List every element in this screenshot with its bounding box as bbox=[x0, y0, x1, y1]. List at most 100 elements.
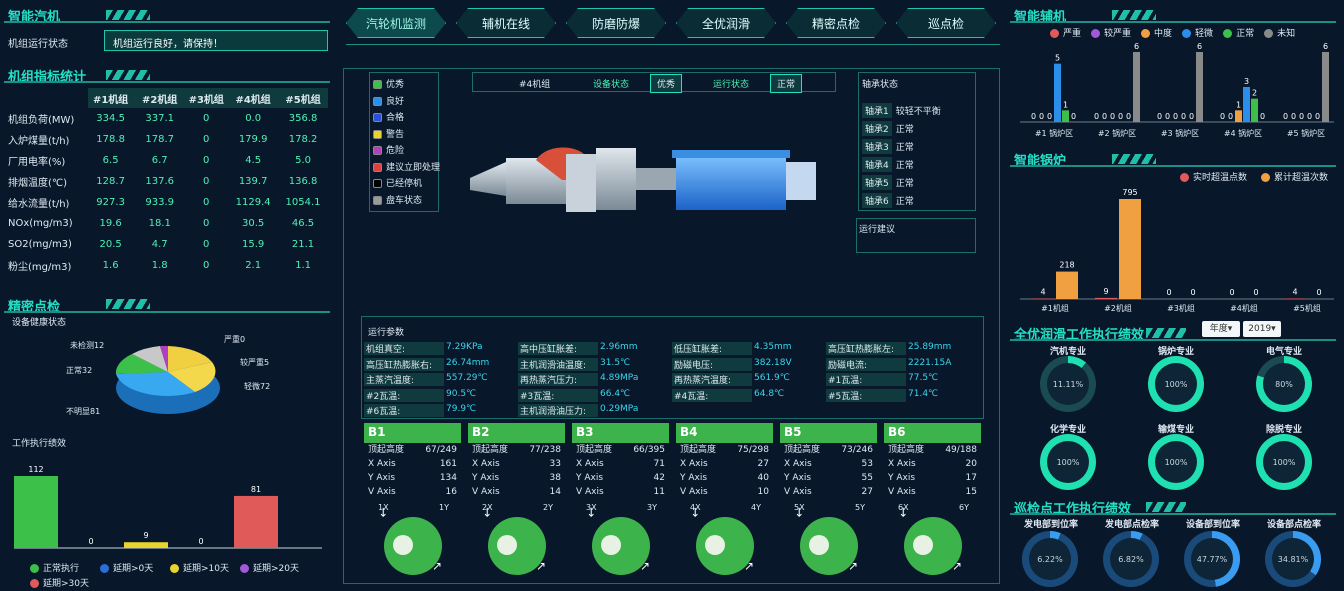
divider bbox=[1010, 21, 1336, 23]
row-label: 给水流量(t/h) bbox=[8, 199, 70, 210]
perf-bar-value: 112 bbox=[28, 465, 43, 474]
status-legend-label: 建议立即处理 bbox=[386, 162, 441, 173]
bearing-metric-value: 17 bbox=[965, 473, 977, 483]
legend-swatch bbox=[170, 564, 179, 573]
table-cell: 179.9 bbox=[238, 134, 268, 145]
aux-legend-label: 正常 bbox=[1236, 29, 1255, 39]
bearing-metric-label: V Axis bbox=[680, 487, 708, 497]
param-label: 主机润滑油温度: bbox=[518, 357, 598, 371]
bearing-name: 轴承2 bbox=[862, 120, 892, 136]
bearing-card-row: 顶起高度 49/188 bbox=[884, 443, 981, 457]
aux-legend-item: 较严重 bbox=[1091, 26, 1131, 39]
table-cell: 139.7 bbox=[238, 176, 268, 187]
aux-bar bbox=[1054, 63, 1061, 122]
table-row: SO2(mg/m3) 20.5 4.7 0 15.9 21.1 bbox=[4, 234, 328, 255]
progress-ring: 100% bbox=[1148, 434, 1204, 490]
legend-swatch bbox=[1050, 29, 1059, 38]
table-cell: 1.6 bbox=[102, 260, 119, 271]
aux-category-label: #4 锅炉区 bbox=[1224, 128, 1262, 138]
perf-legend-item: 延期>0天 bbox=[100, 561, 170, 574]
aux-bar bbox=[1243, 87, 1250, 122]
bearing-card-row: X Axis 71 bbox=[572, 457, 669, 471]
boiler-bar bbox=[1119, 199, 1141, 299]
bearing-metric-label: Y Axis bbox=[368, 473, 396, 483]
table-cell: 46.5 bbox=[291, 218, 315, 229]
tab-2[interactable]: 辅机在线 bbox=[456, 8, 556, 38]
bearing-card-B4: B4 顶起高度 75/298 X Axis 27 Y Axis 40 V Axis 10 4X 4Y… bbox=[676, 423, 773, 575]
table-cell: 0 bbox=[203, 218, 210, 229]
bearing-metric-label: X Axis bbox=[368, 459, 396, 469]
tab-4[interactable]: 全优润滑 bbox=[676, 8, 776, 38]
bearing-metric-value: 53 bbox=[861, 459, 873, 469]
status-swatch bbox=[373, 146, 382, 155]
table-cell: 0 bbox=[203, 239, 210, 250]
bearing-metric-value: 15 bbox=[965, 487, 977, 497]
aux-bar-value: 0 bbox=[1118, 112, 1123, 121]
boiler-category-label: #1机组 bbox=[1041, 303, 1069, 313]
param-row: 高压缸热膨胀右: 26.74mm 主机润滑油温度: 31.5℃ 励磁电压: 382.18V… bbox=[364, 357, 982, 373]
table-cell: 15.9 bbox=[242, 239, 265, 250]
bearing-card-row: V Axis 27 bbox=[780, 485, 877, 499]
bearing-row: 轴承5 正常 bbox=[862, 173, 974, 191]
tab-1[interactable]: 汽轮机监测 bbox=[346, 8, 446, 38]
bearing-metric-label: Y Axis bbox=[888, 473, 916, 483]
aux-bar-value: 0 bbox=[1071, 112, 1076, 121]
param-cell: #3瓦温: 66.4℃ bbox=[518, 388, 672, 402]
table-cell: 20.5 bbox=[99, 239, 122, 250]
row-label: 粉尘(mg/m3) bbox=[8, 262, 72, 273]
title-decoration bbox=[106, 10, 150, 20]
param-label: #1瓦温: bbox=[826, 373, 906, 387]
row-label: SO2(mg/m3) bbox=[8, 239, 72, 250]
bearing-row: 轴承2 正常 bbox=[862, 119, 974, 137]
bearing-card-row: Y Axis 42 bbox=[572, 471, 669, 485]
axis-y-label: 2Y bbox=[543, 503, 553, 512]
param-value: 557.29℃ bbox=[446, 373, 488, 384]
perf-legend-item: 延期>20天 bbox=[240, 561, 310, 574]
bearing-card-row: V Axis 16 bbox=[364, 485, 461, 499]
aux-bar-value: 2 bbox=[1252, 89, 1257, 98]
param-cell: 高中压缸胀差: 2.96mm bbox=[518, 342, 672, 356]
status-legend-item: 盘车状态 bbox=[373, 193, 435, 210]
aux-bar-value: 0 bbox=[1047, 112, 1052, 121]
param-value: 66.4℃ bbox=[600, 388, 631, 399]
arrow-icon: ↗ bbox=[536, 559, 547, 573]
ring-value: 34.81% bbox=[1272, 538, 1314, 580]
status-legend-item: 已经停机 bbox=[373, 176, 435, 193]
boiler-bar bbox=[1032, 298, 1054, 299]
tab-3[interactable]: 防磨防爆 bbox=[566, 8, 666, 38]
param-label: #5瓦温: bbox=[826, 388, 906, 402]
boiler-bar bbox=[1284, 298, 1306, 299]
bearing-metric-label: Y Axis bbox=[680, 473, 708, 483]
param-label: 励磁电压: bbox=[672, 357, 752, 371]
gauge-center bbox=[393, 535, 413, 555]
bearing-state: 正常 bbox=[895, 142, 914, 153]
year-select[interactable]: 2019▾ bbox=[1243, 321, 1281, 337]
axis-y-label: 6Y bbox=[959, 503, 969, 512]
aux-bar-value: 0 bbox=[1094, 112, 1099, 121]
tab-5[interactable]: 精密点检 bbox=[786, 8, 886, 38]
bearing-card-B2: B2 顶起高度 77/238 X Axis 33 Y Axis 38 V Axis 14 2X 2Y… bbox=[468, 423, 565, 575]
aux-bar-value: 1 bbox=[1236, 100, 1241, 109]
arrow-icon: ↗ bbox=[744, 559, 755, 573]
table-cell: 5.0 bbox=[295, 155, 311, 166]
tab-6[interactable]: 巡点检 bbox=[896, 8, 996, 38]
bearing-metric-label: X Axis bbox=[680, 459, 708, 469]
aux-bar-value: 0 bbox=[1291, 112, 1296, 121]
boiler-legend-item: 累计超温次数 bbox=[1261, 170, 1328, 183]
table-cell: 334.5 bbox=[96, 113, 125, 124]
bearing-card-row: V Axis 15 bbox=[884, 485, 981, 499]
param-label: 高中压缸胀差: bbox=[518, 342, 598, 356]
bearing-name: 轴承6 bbox=[862, 192, 892, 208]
table-cell: 927.3 bbox=[96, 197, 125, 208]
boiler-bar-chart: 4 218 #1机组 9 795 #2机组 0 0 #3机组 0 0 #4机组 4 0 #5机组 bbox=[1020, 188, 1334, 313]
title-decoration bbox=[1146, 328, 1186, 338]
param-label: #2瓦温: bbox=[364, 388, 444, 402]
title-decoration bbox=[1112, 154, 1156, 164]
aux-bar-value: 0 bbox=[1102, 112, 1107, 121]
period-select[interactable]: 年度▾ bbox=[1202, 321, 1240, 337]
ring-value: 6.22% bbox=[1029, 538, 1071, 580]
aux-bar-value: 0 bbox=[1165, 112, 1170, 121]
param-value: 25.89mm bbox=[908, 342, 952, 353]
table-cell: 0 bbox=[203, 155, 210, 166]
arrow-icon: ↗ bbox=[432, 559, 443, 573]
